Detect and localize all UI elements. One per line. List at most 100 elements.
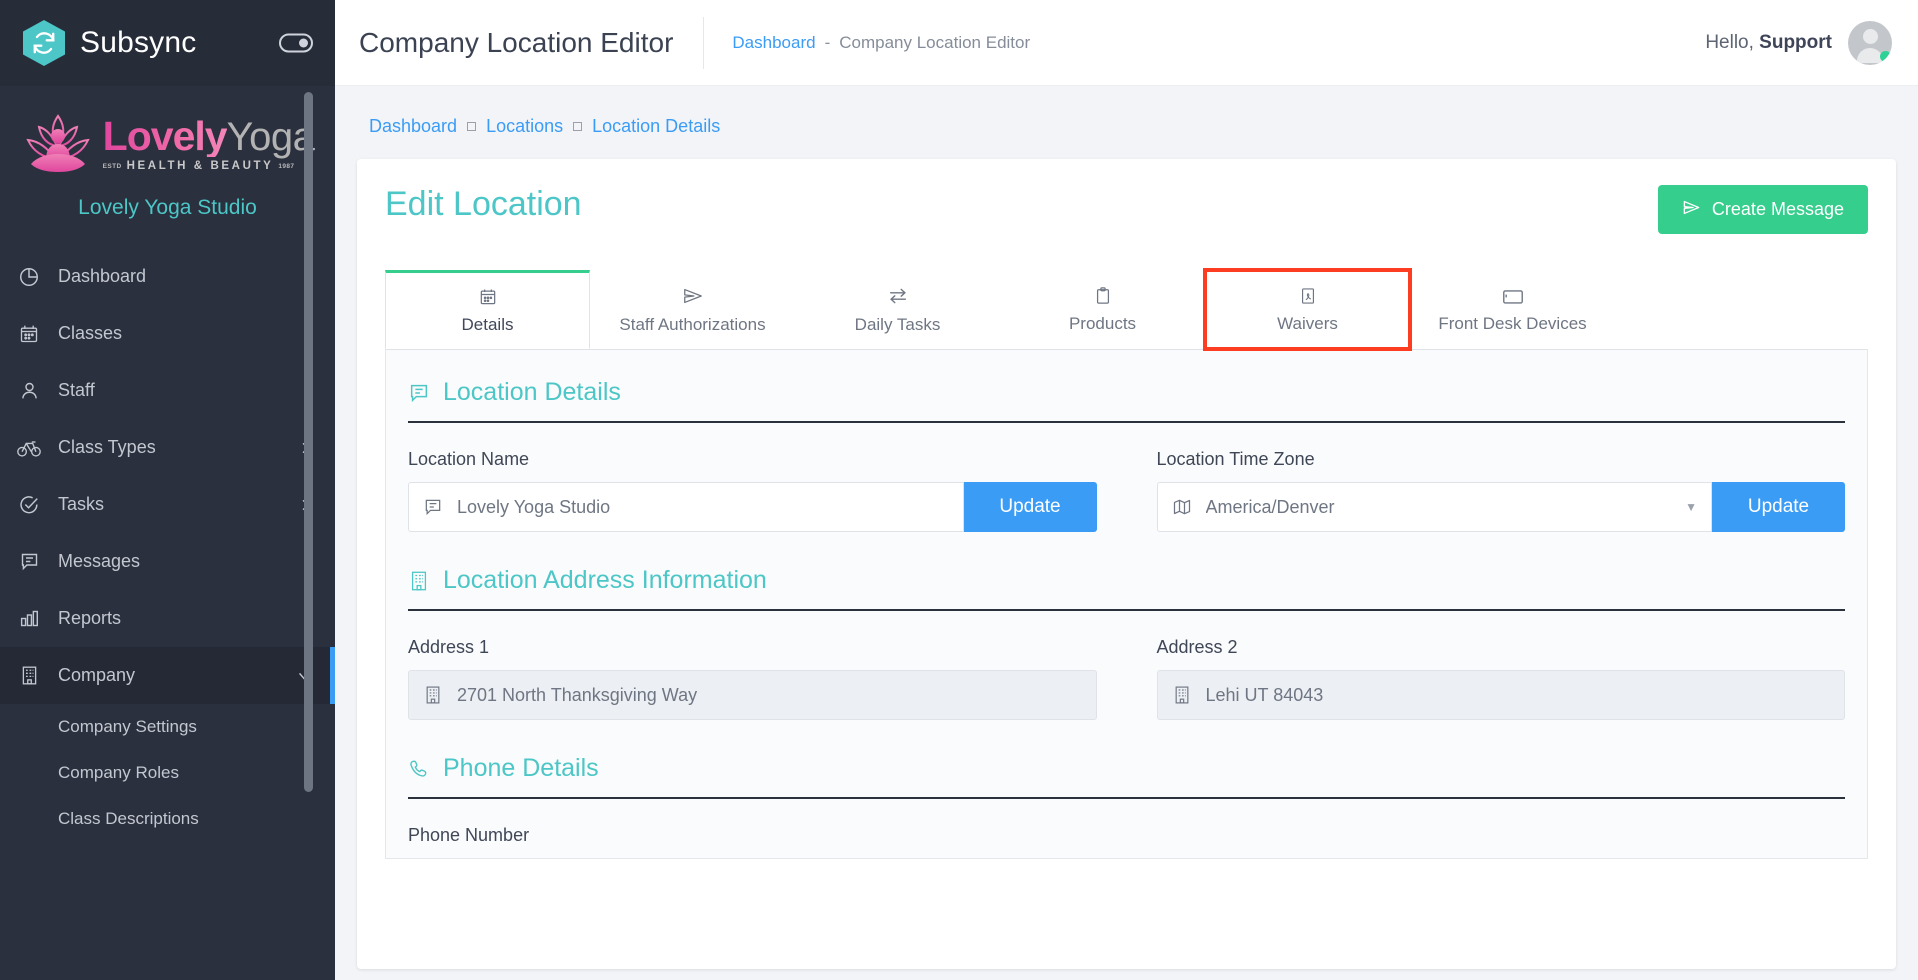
address-section-header: Location Address Information — [408, 566, 1845, 609]
section-divider — [408, 797, 1845, 799]
sidebar-item-label: Messages — [58, 551, 313, 572]
user-icon — [0, 380, 58, 401]
app-root: Subsync — [0, 0, 1918, 980]
sidebar: Subsync — [0, 0, 335, 980]
user-name: Support — [1759, 32, 1832, 53]
tab-staff-authorizations[interactable]: Staff Authorizations — [590, 270, 795, 349]
building-icon — [423, 685, 443, 705]
sidebar-item-label: Company — [58, 665, 296, 686]
tab-daily-tasks[interactable]: Daily Tasks — [795, 270, 1000, 349]
address2-group: Address 2 — [1157, 637, 1846, 720]
sidebar-subitem-label: Company Roles — [58, 763, 179, 783]
company-logo-block: Lovely Yoga ESTD HEALTH & BEAUTY 1987 Lo… — [0, 86, 335, 230]
section-divider — [408, 421, 1845, 423]
location-timezone-select-wrapper[interactable]: ▼ — [1157, 482, 1713, 532]
card-title: Edit Location — [385, 185, 582, 224]
sidebar-item-dashboard[interactable]: Dashboard — [0, 248, 335, 305]
sidebar-item-company[interactable]: Company — [0, 647, 335, 704]
sidebar-brand: Subsync — [0, 0, 335, 86]
phone-section-header: Phone Details — [408, 754, 1845, 797]
topbar-breadcrumb-separator: - — [825, 33, 831, 53]
edit-location-card: Edit Location Create Message Details — [357, 159, 1896, 969]
logo-estd-left: ESTD — [103, 163, 122, 170]
breadcrumb-separator-icon — [467, 122, 476, 131]
chevron-down-icon[interactable]: ▼ — [1685, 500, 1697, 514]
location-timezone-update-button[interactable]: Update — [1712, 482, 1845, 532]
logo-tagline: HEALTH & BEAUTY — [127, 160, 274, 172]
breadcrumb-item-dashboard[interactable]: Dashboard — [369, 116, 457, 137]
page-title: Company Location Editor — [359, 27, 673, 59]
location-timezone-select[interactable] — [1206, 497, 1672, 518]
section-title: Location Address Information — [443, 566, 767, 595]
topbar-breadcrumb-dashboard[interactable]: Dashboard — [732, 33, 815, 53]
topbar-breadcrumb-current: Company Location Editor — [839, 33, 1030, 53]
breadcrumb-item-location-details[interactable]: Location Details — [592, 116, 720, 137]
clipboard-icon — [1093, 286, 1113, 306]
tablet-icon — [1501, 286, 1525, 306]
sidebar-item-label: Class Types — [58, 437, 297, 458]
address1-input[interactable] — [457, 685, 1082, 706]
location-name-label: Location Name — [408, 449, 1097, 470]
location-timezone-label: Location Time Zone — [1157, 449, 1846, 470]
sidebar-subitem-company-roles[interactable]: Company Roles — [0, 750, 335, 796]
sidebar-subitem-company-settings[interactable]: Company Settings — [0, 704, 335, 750]
address2-input-wrapper[interactable] — [1157, 670, 1846, 720]
sidebar-subitem-class-descriptions[interactable]: Class Descriptions — [0, 796, 335, 842]
address1-input-wrapper[interactable] — [408, 670, 1097, 720]
sidebar-item-label: Classes — [58, 323, 313, 344]
send-icon — [682, 285, 704, 307]
location-name-input-wrapper[interactable] — [408, 482, 964, 532]
tab-label: Staff Authorizations — [619, 315, 765, 335]
sidebar-item-messages[interactable]: Messages — [0, 533, 335, 590]
tab-waivers[interactable]: Waivers — [1205, 270, 1410, 349]
user-greeting: Hello, Support — [1705, 32, 1832, 54]
row-spacer — [408, 532, 1845, 566]
sidebar-item-reports[interactable]: Reports — [0, 590, 335, 647]
lotus-pose-icon — [21, 110, 95, 178]
calendar-icon — [0, 324, 58, 344]
topbar-divider — [703, 17, 704, 69]
map-icon — [1172, 497, 1192, 517]
topbar-breadcrumb: Dashboard - Company Location Editor — [732, 33, 1030, 53]
location-name-group: Location Name Update — [408, 449, 1097, 532]
address2-input[interactable] — [1206, 685, 1831, 706]
tab-products[interactable]: Products — [1000, 270, 1205, 349]
building-icon — [408, 570, 430, 592]
row-spacer — [408, 720, 1845, 754]
breadcrumb-item-locations[interactable]: Locations — [486, 116, 563, 137]
pie-chart-icon — [0, 266, 58, 288]
tab-label: Details — [462, 315, 514, 335]
phone-row: Phone Number — [408, 825, 1845, 858]
breadcrumb: Dashboard Locations Location Details — [357, 86, 1896, 159]
tab-front-desk-devices[interactable]: Front Desk Devices — [1410, 270, 1615, 349]
address2-label: Address 2 — [1157, 637, 1846, 658]
topbar: Company Location Editor Dashboard - Comp… — [335, 0, 1918, 86]
check-circle-icon — [0, 494, 58, 516]
location-name-update-button[interactable]: Update — [964, 482, 1097, 532]
content-area: Dashboard Locations Location Details Edi… — [335, 86, 1918, 980]
sidebar-item-class-types[interactable]: Class Types — [0, 419, 335, 476]
sidebar-item-classes[interactable]: Classes — [0, 305, 335, 362]
bicycle-icon — [0, 438, 58, 458]
sidebar-item-staff[interactable]: Staff — [0, 362, 335, 419]
sidebar-scrollbar[interactable] — [304, 92, 313, 792]
address-row: Address 1 Address 2 — [408, 637, 1845, 720]
sidebar-subitem-label: Class Descriptions — [58, 809, 199, 829]
sidebar-toggle-icon[interactable] — [279, 34, 313, 53]
tab-label: Front Desk Devices — [1438, 314, 1586, 334]
sidebar-item-label: Reports — [58, 608, 313, 629]
tab-details[interactable]: Details — [385, 270, 590, 349]
phone-number-label: Phone Number — [408, 825, 1845, 846]
card-header: Edit Location Create Message — [385, 185, 1868, 234]
logo-estd-right: 1987 — [278, 163, 294, 170]
sidebar-item-label: Tasks — [58, 494, 297, 515]
sidebar-item-label: Staff — [58, 380, 313, 401]
sidebar-item-tasks[interactable]: Tasks — [0, 476, 335, 533]
address1-group: Address 1 — [408, 637, 1097, 720]
tab-label: Products — [1069, 314, 1136, 334]
location-name-input[interactable] — [457, 497, 949, 518]
create-message-button[interactable]: Create Message — [1658, 185, 1868, 234]
comment-icon — [423, 497, 443, 517]
location-tabs: Details Staff Authorizations Daily Tasks — [385, 270, 1868, 350]
avatar[interactable] — [1848, 21, 1892, 65]
